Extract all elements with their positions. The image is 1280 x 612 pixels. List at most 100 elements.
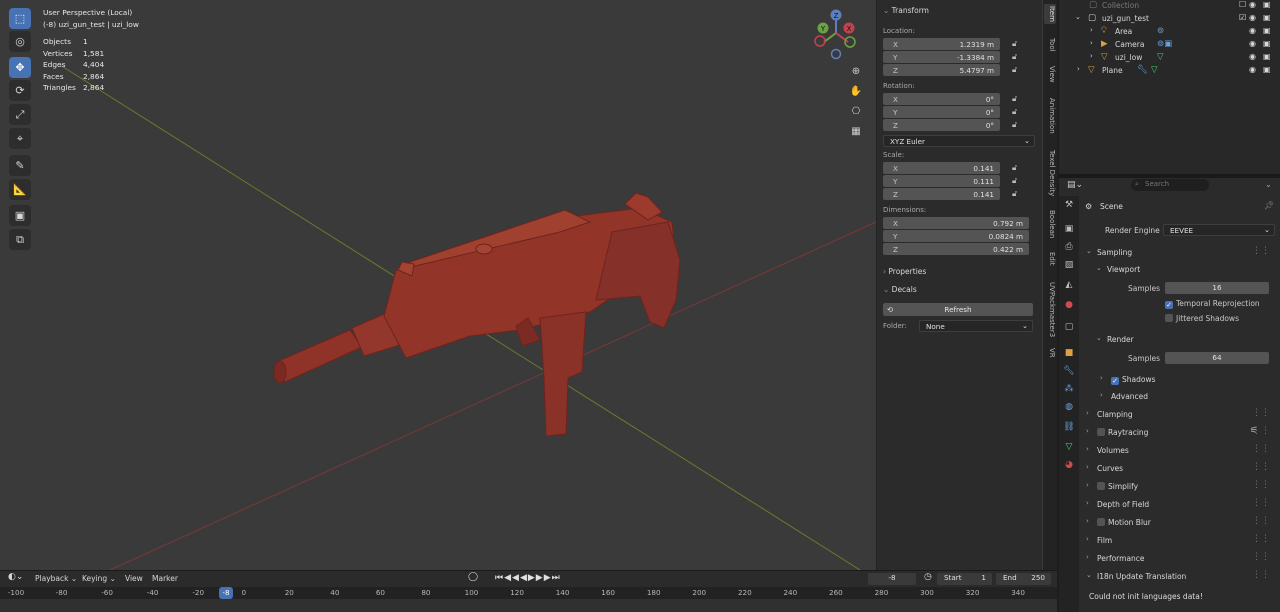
outliner-row-uzi-gun-test[interactable]: ⌄ ▢ uzi_gun_test ☑ ◉ ▣	[1059, 13, 1280, 26]
keying-menu[interactable]: Keying ⌄	[82, 574, 116, 583]
editor-type-icon[interactable]: ◐⌄	[8, 572, 23, 582]
tab-texel-density[interactable]: Texel Density	[1044, 148, 1056, 198]
temporal-reprojection-checkbox[interactable]: ✓ Temporal Reprojection	[1165, 299, 1260, 309]
marker-menu[interactable]: Marker	[152, 574, 178, 583]
render-tab-icon[interactable]: ▣	[1062, 224, 1076, 238]
tab-item[interactable]: Item	[1044, 4, 1056, 24]
panel-raytracing[interactable]: › Raytracing ⚟ ⋮⋮	[1083, 425, 1276, 441]
navigation-gizmo[interactable]: Z Y X	[811, 9, 861, 61]
drag-handle-icon[interactable]: ⋮⋮	[1252, 426, 1270, 436]
raytracing-checkbox[interactable]: Raytracing	[1097, 428, 1148, 437]
particles-tab-icon[interactable]: ⁂	[1062, 384, 1076, 398]
clock-icon[interactable]: ◷	[924, 572, 932, 582]
drag-handle-icon[interactable]: ⋮⋮	[1252, 570, 1270, 580]
search-input[interactable]: ⌕ Search	[1131, 179, 1209, 191]
camera-icon[interactable]: ▣	[1263, 0, 1271, 9]
editor-type-icon[interactable]: ▤⌄	[1067, 180, 1083, 190]
lock-icon[interactable]: 🔓︎	[1012, 163, 1017, 173]
lock-icon[interactable]: 🔓︎	[1012, 189, 1017, 199]
panel-volumes[interactable]: › Volumes ⋮⋮	[1083, 443, 1276, 459]
eye-icon[interactable]: ◉	[1249, 65, 1256, 74]
view-layer-tab-icon[interactable]: ▧	[1062, 260, 1076, 274]
tab-vr[interactable]: VR	[1044, 346, 1056, 360]
panel-motion-blur[interactable]: › Motion Blur ⋮⋮	[1083, 515, 1276, 531]
current-frame-field[interactable]: -8	[868, 573, 916, 585]
data-tab-icon[interactable]: ▽	[1062, 442, 1076, 456]
timeline-track[interactable]	[0, 599, 1057, 612]
panel-simplify[interactable]: › Simplify ⋮⋮	[1083, 479, 1276, 495]
lock-icon[interactable]: 🔓︎	[1012, 176, 1017, 186]
panel-curves[interactable]: › Curves ⋮⋮	[1083, 461, 1276, 477]
grid-view-icon[interactable]: ▦	[847, 122, 865, 140]
drag-handle-icon[interactable]: ⋮⋮	[1252, 462, 1270, 472]
checkbox-icon[interactable]: ☑	[1239, 13, 1246, 22]
jittered-shadows-checkbox[interactable]: Jittered Shadows	[1165, 314, 1239, 323]
tab-edit[interactable]: Edit	[1044, 250, 1056, 268]
render-engine-dropdown[interactable]: EEVEE ⌄	[1163, 224, 1275, 236]
scale-y-field[interactable]: Y 0.111	[883, 175, 1000, 187]
scale-tool-icon[interactable]: ⤢	[9, 104, 31, 125]
transform-tool-icon[interactable]: ⌖	[9, 128, 31, 149]
camera-icon[interactable]: ▣	[1263, 65, 1271, 74]
lock-icon[interactable]: 🔓︎	[1012, 52, 1017, 62]
lock-icon[interactable]: 🔓︎	[1012, 94, 1017, 104]
modifier-tab-icon[interactable]: 🔧︎	[1062, 366, 1076, 380]
drag-handle-icon[interactable]: ⋮⋮	[1252, 408, 1270, 418]
eye-icon[interactable]: ◉	[1249, 52, 1256, 61]
outliner-row-camera[interactable]: › ▶ Camera ⊚▣ ◉ ▣	[1059, 39, 1280, 52]
output-tab-icon[interactable]: ⎙	[1062, 242, 1076, 256]
pan-hand-icon[interactable]: ✋	[847, 82, 865, 100]
eye-icon[interactable]: ◉	[1249, 39, 1256, 48]
checkbox-icon[interactable]: ☐	[1239, 0, 1246, 9]
motion-blur-checkbox[interactable]: Motion Blur	[1097, 518, 1151, 527]
lock-icon[interactable]: 🔓︎	[1012, 65, 1017, 75]
annotate-tool-icon[interactable]: ✎	[9, 155, 31, 176]
dimension-x-field[interactable]: X 0.792 m	[883, 217, 1029, 229]
camera-icon[interactable]: ▣	[1263, 13, 1271, 22]
rotation-x-field[interactable]: X 0°	[883, 93, 1000, 105]
prev-keyframe-icon[interactable]: ◀◀	[504, 573, 520, 583]
rotation-mode-dropdown[interactable]: XYZ Euler ⌄	[883, 135, 1035, 147]
drag-handle-icon[interactable]: ⋮⋮	[1252, 552, 1270, 562]
panel-shadows[interactable]: › ✓ Shadows	[1097, 372, 1276, 388]
tab-tool[interactable]: Tool	[1044, 36, 1056, 54]
camera-view-icon[interactable]: ⎔	[847, 102, 865, 120]
record-icon[interactable]: ◯	[468, 572, 478, 582]
eye-icon[interactable]: ◉	[1249, 26, 1256, 35]
scale-z-field[interactable]: Z 0.141	[883, 188, 1000, 200]
viewport-samples-field[interactable]: 16	[1165, 282, 1269, 294]
rotation-z-field[interactable]: Z 0°	[883, 119, 1000, 131]
drag-handle-icon[interactable]: ⋮⋮	[1252, 516, 1270, 526]
camera-icon[interactable]: ▣	[1263, 52, 1271, 61]
tab-uvpackmaster3[interactable]: UVPackmaster3	[1044, 280, 1056, 339]
location-z-field[interactable]: Z 5.4797 m	[883, 64, 1000, 76]
camera-icon[interactable]: ▣	[1263, 26, 1271, 35]
next-keyframe-icon[interactable]: ▶▶	[536, 573, 552, 583]
tab-animation[interactable]: Animation	[1044, 96, 1056, 136]
playback-controls[interactable]: ⏮◀◀◀▶▶▶⏭	[495, 573, 577, 585]
move-tool-icon[interactable]: ✥	[9, 57, 31, 78]
object-tab-icon[interactable]: ■	[1062, 348, 1076, 362]
dimension-y-field[interactable]: Y 0.0824 m	[883, 230, 1029, 242]
lock-icon[interactable]: 🔓︎	[1012, 39, 1017, 49]
rotation-y-field[interactable]: Y 0°	[883, 106, 1000, 118]
panel-sampling[interactable]: ⌄ Sampling ⋮⋮	[1083, 245, 1276, 261]
drag-handle-icon[interactable]: ⋮⋮	[1252, 246, 1270, 256]
measure-tool-icon[interactable]: 📐	[9, 179, 31, 200]
drag-handle-icon[interactable]: ⋮⋮	[1252, 480, 1270, 490]
material-tab-icon[interactable]: ◕	[1062, 460, 1076, 474]
playhead[interactable]: -8	[219, 587, 233, 599]
refresh-button[interactable]: ⟲ Refresh	[883, 303, 1033, 316]
eye-icon[interactable]: ◉	[1249, 0, 1256, 9]
collection-tab-icon[interactable]: ▢	[1062, 322, 1076, 336]
panel-depth-of-field[interactable]: › Depth of Field ⋮⋮	[1083, 497, 1276, 513]
scene-tab-icon[interactable]: ◭	[1062, 280, 1076, 294]
panel-performance[interactable]: › Performance ⋮⋮	[1083, 551, 1276, 567]
eye-icon[interactable]: ◉	[1249, 13, 1256, 22]
tool-tab-icon[interactable]: ⚒	[1062, 200, 1076, 214]
view-menu[interactable]: View	[125, 574, 143, 583]
jump-start-icon[interactable]: ⏮	[495, 573, 504, 583]
rotate-tool-icon[interactable]: ⟳	[9, 80, 31, 101]
add-object-tool-icon[interactable]: ⧉	[9, 229, 31, 250]
pin-icon[interactable]: 📌︎	[1264, 201, 1274, 210]
